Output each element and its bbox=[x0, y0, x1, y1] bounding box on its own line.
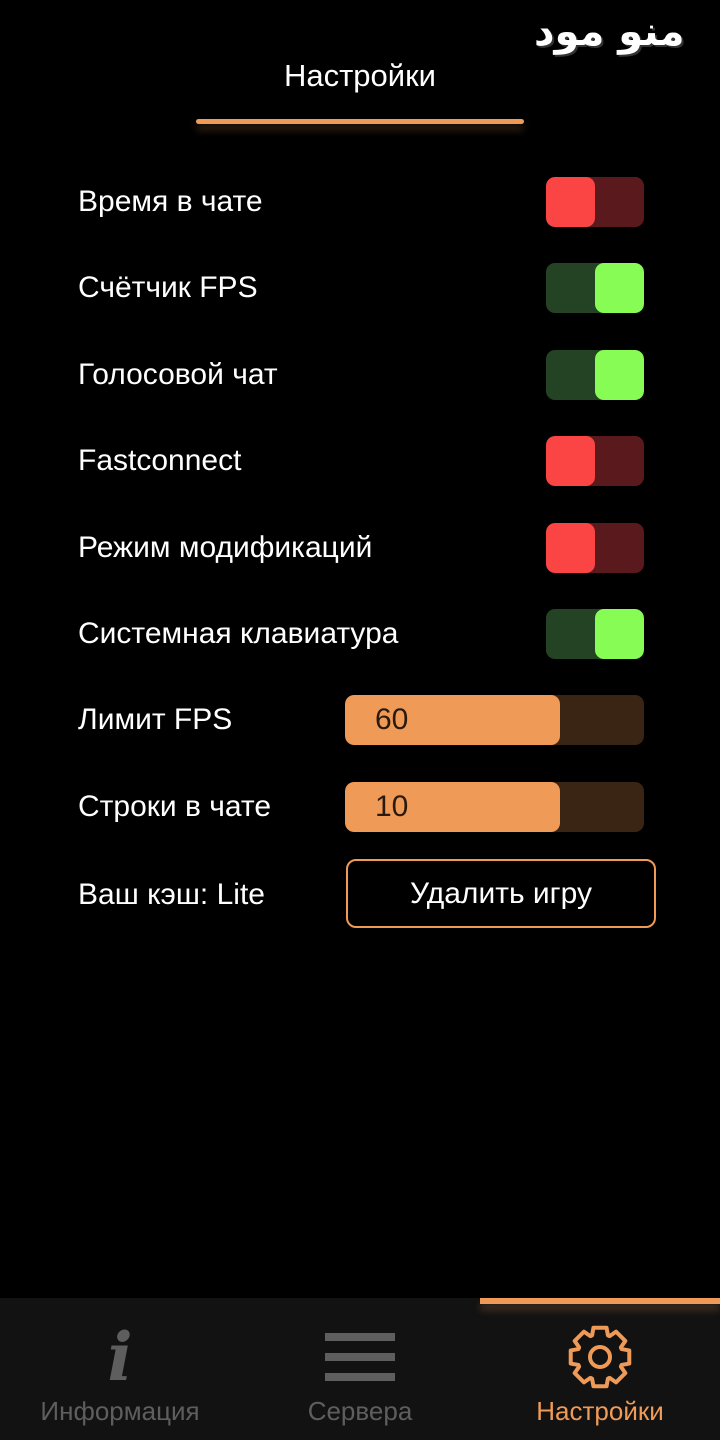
page-title: Настройки bbox=[283, 58, 436, 93]
fastconnect-toggle[interactable] bbox=[546, 436, 644, 486]
toggle-knob bbox=[546, 523, 595, 573]
gear-icon bbox=[480, 1324, 720, 1390]
setting-row-fps-counter: Счётчик FPS bbox=[0, 258, 720, 318]
bottom-nav: i Информация Сервера Настройки bbox=[0, 1298, 720, 1440]
mod-mode-toggle[interactable] bbox=[546, 523, 644, 573]
toggle-knob bbox=[595, 350, 644, 400]
fps-limit-slider[interactable]: 60 bbox=[345, 695, 644, 745]
nav-item-servers[interactable]: Сервера bbox=[240, 1298, 480, 1440]
setting-label: Режим модификаций bbox=[78, 531, 373, 564]
setting-row-chat-lines: Строки в чате 10 bbox=[0, 777, 720, 837]
nav-label: Сервера bbox=[307, 1396, 413, 1426]
setting-row-fastconnect: Fastconnect bbox=[0, 431, 720, 491]
voice-chat-toggle[interactable] bbox=[546, 350, 644, 400]
watermark-logo: منو مود bbox=[534, 9, 685, 55]
setting-label: Строки в чате bbox=[78, 790, 272, 823]
setting-row-fps-limit: Лимит FPS 60 bbox=[0, 690, 720, 750]
nav-item-settings[interactable]: Настройки bbox=[480, 1298, 720, 1440]
setting-label: Голосовой чат bbox=[78, 358, 278, 391]
setting-row-voice-chat: Голосовой чат bbox=[0, 345, 720, 405]
chat-lines-slider[interactable]: 10 bbox=[345, 782, 644, 832]
slider-value: 10 bbox=[375, 790, 409, 823]
nav-label: Настройки bbox=[536, 1396, 664, 1426]
toggle-knob bbox=[546, 177, 595, 227]
system-keyboard-toggle[interactable] bbox=[546, 609, 644, 659]
toggle-knob bbox=[546, 436, 595, 486]
info-icon: i bbox=[107, 1318, 133, 1396]
cache-label: Ваш кэш: Lite bbox=[78, 878, 265, 911]
setting-row-mod-mode: Режим модификаций bbox=[0, 518, 720, 578]
chat-time-toggle[interactable] bbox=[546, 177, 644, 227]
setting-label: Системная клавиатура bbox=[78, 617, 399, 650]
menu-icon bbox=[240, 1324, 480, 1390]
nav-item-info[interactable]: i Информация bbox=[0, 1298, 240, 1440]
nav-label: Информация bbox=[40, 1396, 200, 1426]
setting-label: Fastconnect bbox=[78, 444, 242, 477]
setting-label: Время в чате bbox=[78, 185, 263, 218]
setting-row-system-keyboard: Системная клавиатура bbox=[0, 604, 720, 664]
setting-row-cache: Ваш кэш: Lite Удалить игру bbox=[0, 859, 720, 928]
fps-counter-toggle[interactable] bbox=[546, 263, 644, 313]
toggle-knob bbox=[595, 609, 644, 659]
setting-label: Лимит FPS bbox=[78, 703, 233, 736]
setting-row-chat-time: Время в чате bbox=[0, 172, 720, 232]
title-underline bbox=[196, 119, 524, 124]
setting-label: Счётчик FPS bbox=[78, 271, 258, 304]
delete-game-button[interactable]: Удалить игру bbox=[346, 859, 656, 928]
slider-value: 60 bbox=[375, 703, 409, 736]
toggle-knob bbox=[595, 263, 644, 313]
